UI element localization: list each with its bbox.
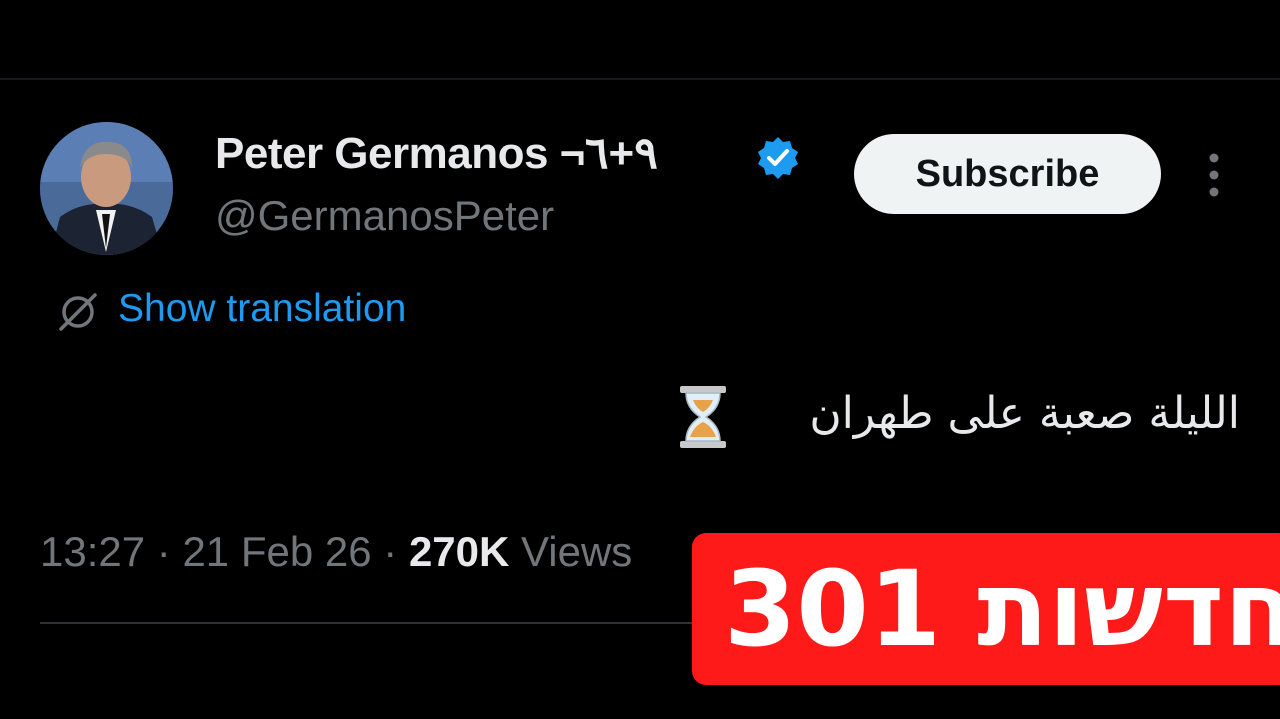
hourglass-icon bbox=[680, 386, 726, 448]
subscribe-button[interactable]: Subscribe bbox=[854, 134, 1161, 214]
author-handle[interactable]: @GermanosPeter bbox=[215, 192, 554, 240]
tweet-screen: Peter Germanos ¬٩+٦ @GermanosPeter Subsc… bbox=[0, 0, 1280, 719]
meta-separator: · bbox=[383, 528, 398, 575]
profile-photo-icon bbox=[40, 122, 173, 255]
views-label: Views bbox=[521, 528, 633, 575]
author-display-name[interactable]: Peter Germanos ¬٩+٦ bbox=[215, 128, 658, 179]
meta-separator: · bbox=[156, 528, 171, 575]
top-divider bbox=[0, 78, 1280, 80]
tweet-time[interactable]: 13:27 bbox=[40, 528, 145, 575]
translate-globe-icon bbox=[59, 293, 97, 331]
avatar[interactable] bbox=[40, 122, 173, 255]
tweet-date[interactable]: 21 Feb 26 bbox=[182, 528, 371, 575]
tweet-text: الليلة صعبة على طهران bbox=[809, 388, 1240, 439]
show-translation-link[interactable]: Show translation bbox=[118, 287, 406, 331]
views-count: 270K bbox=[408, 528, 510, 575]
verified-badge-icon bbox=[758, 137, 798, 179]
news-overlay-banner: חדשות 301 bbox=[692, 533, 1280, 685]
tweet-meta: 13:27 · 21 Feb 26 · 270K Views bbox=[40, 528, 632, 576]
more-options-icon[interactable] bbox=[1200, 150, 1228, 200]
